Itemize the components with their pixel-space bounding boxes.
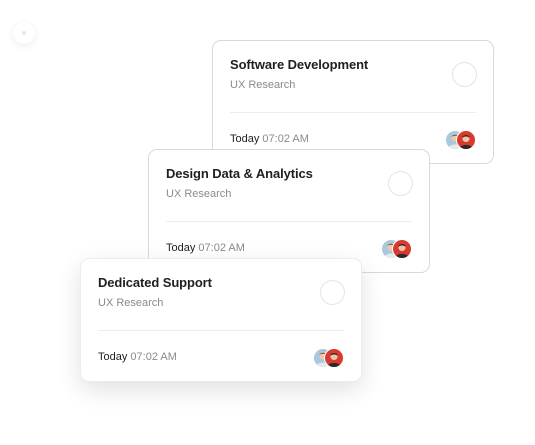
card-subtitle: UX Research: [230, 79, 296, 91]
divider: [98, 330, 344, 331]
card-subtitle: UX Research: [166, 188, 232, 200]
timestamp-day: Today: [230, 133, 260, 145]
timestamp-time: 07:02 AM: [130, 351, 177, 363]
select-circle-icon[interactable]: [320, 280, 345, 305]
card-timestamp: Today 07:02 AM: [98, 351, 177, 363]
timestamp-day: Today: [166, 242, 196, 254]
card-subtitle: UX Research: [98, 297, 164, 309]
card-title: Dedicated Support: [98, 275, 212, 290]
card-timestamp: Today 07:02 AM: [166, 242, 245, 254]
avatar-group: [381, 239, 413, 259]
task-card-software-development[interactable]: Software Development UX Research Today 0…: [212, 40, 494, 164]
avatar-group: [313, 348, 345, 368]
card-title: Software Development: [230, 57, 369, 72]
card-timestamp: Today 07:02 AM: [230, 133, 309, 145]
avatar-group: [445, 130, 477, 150]
avatar-icon: [392, 239, 412, 259]
canvas: Software Development UX Research Today 0…: [0, 0, 535, 445]
timestamp-time: 07:02 AM: [198, 242, 245, 254]
card-title: Design Data & Analytics: [166, 166, 313, 181]
avatar-icon: [456, 130, 476, 150]
select-circle-icon[interactable]: [452, 62, 477, 87]
task-card-design-data-analytics[interactable]: Design Data & Analytics UX Research Toda…: [148, 149, 430, 273]
divider: [230, 112, 476, 113]
select-circle-icon[interactable]: [388, 171, 413, 196]
divider: [166, 221, 412, 222]
task-card-dedicated-support[interactable]: Dedicated Support UX Research Today 07:0…: [80, 258, 362, 382]
timestamp-time: 07:02 AM: [262, 133, 309, 145]
decorative-dot-icon: [13, 22, 35, 44]
timestamp-day: Today: [98, 351, 128, 363]
avatar-icon: [324, 348, 344, 368]
